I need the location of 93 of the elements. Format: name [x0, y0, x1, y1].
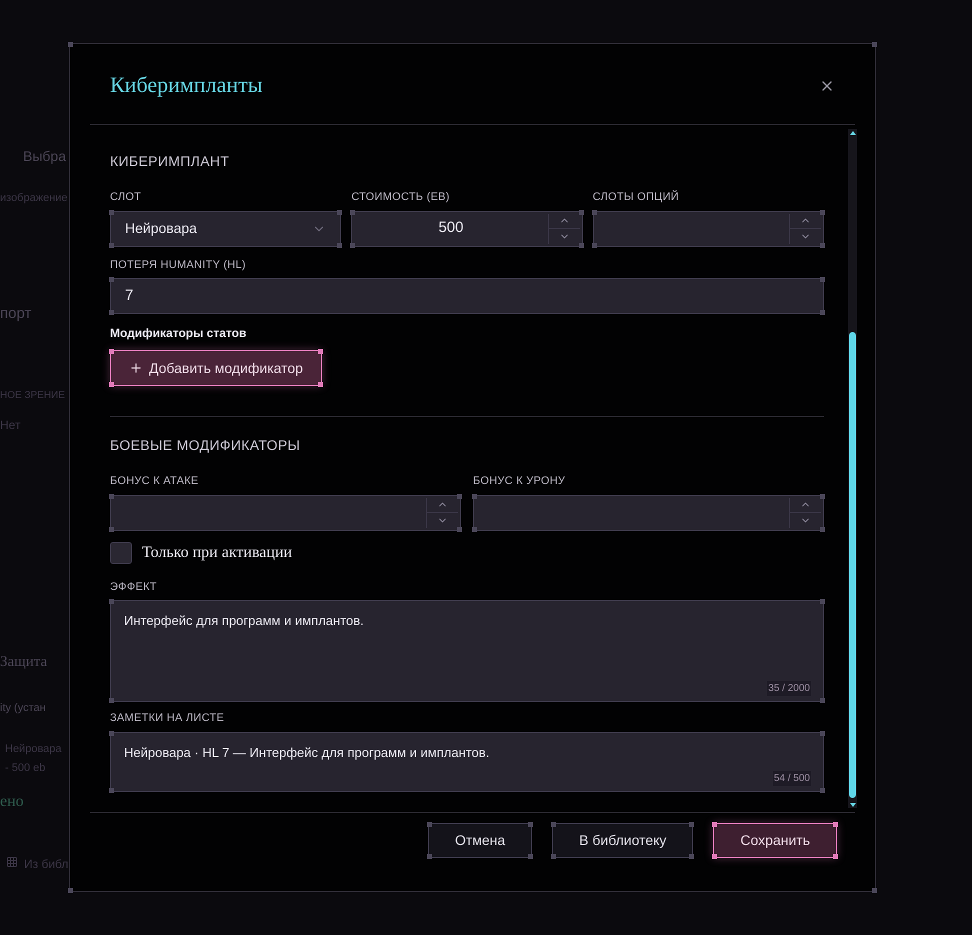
corner-ornament [350, 210, 356, 214]
corner-ornament [820, 210, 825, 214]
corner-ornament [337, 210, 342, 214]
corner-ornament [820, 242, 825, 248]
corner-ornament [109, 698, 114, 703]
character-counter: 54 / 500 [772, 770, 811, 786]
corner-ornament [426, 854, 432, 859]
corner-ornament [109, 526, 114, 532]
corner-ornament [872, 42, 877, 47]
attack-bonus-field[interactable] [110, 494, 461, 530]
corner-ornament [820, 698, 825, 703]
field-label: СЛОТЫ ОПЦИЙ [592, 189, 680, 205]
corner-ornament [820, 277, 825, 282]
scroll-down-icon [850, 803, 856, 807]
add-modifier-button[interactable]: Добавить модификатор [110, 350, 322, 386]
corner-ornament [833, 854, 838, 859]
field-label: ЗАМЕТКИ НА ЛИСТЕ [110, 711, 226, 726]
corner-ornament [457, 494, 462, 498]
text-area[interactable]: Интерфейс для программ и имплантов. 35 / 2000 [110, 600, 824, 702]
corner-ornament [820, 599, 825, 604]
corner-ornament [109, 494, 114, 498]
corner-ornament [528, 854, 534, 859]
field-label: ПОТЕРЯ HUMANITY (HL) [110, 258, 247, 272]
background-text: ено [0, 792, 24, 812]
corner-ornament [109, 310, 114, 315]
corner-ornament [872, 888, 877, 893]
option-slots-field[interactable] [592, 210, 824, 246]
corner-ornament [689, 854, 694, 859]
background-text: Выбра [23, 147, 66, 166]
corner-ornament [820, 494, 825, 498]
corner-ornament [578, 210, 584, 214]
corner-ornament [578, 242, 584, 248]
dialog-button[interactable]: Сохранить [713, 823, 837, 858]
dialog-button[interactable]: В библиотеку [552, 823, 694, 858]
corner-ornament [712, 822, 718, 827]
corner-ornament [109, 349, 114, 354]
cost-field[interactable]: 500 [351, 210, 583, 246]
slot-select[interactable]: Нейровара [110, 210, 342, 246]
grid-icon [6, 856, 18, 868]
corner-ornament [592, 210, 597, 214]
corner-ornament [689, 822, 694, 827]
corner-ornament [833, 822, 838, 827]
field-label: БОНУС К УРОНУ [473, 474, 566, 489]
checkbox[interactable] [110, 542, 132, 564]
scroll-up-icon [850, 131, 856, 135]
section-heading: КИБЕРИМПЛАНТ [110, 152, 230, 171]
scrollbar-thumb[interactable] [849, 332, 856, 798]
dialog-button[interactable]: Отмена [428, 823, 532, 858]
corner-ornament [68, 888, 73, 893]
corner-ornament [350, 242, 356, 248]
corner-ornament [592, 242, 597, 248]
corner-ornament [472, 494, 477, 498]
text-area-value: Интерфейс для программ и имплантов. [123, 612, 365, 630]
background-text: ity (устан [0, 701, 46, 716]
dialog-title: Киберимпланты [110, 70, 262, 99]
background-text: Защита [0, 653, 48, 672]
corner-ornament [528, 822, 534, 827]
humanity-loss-field[interactable]: 7 [110, 278, 824, 314]
corner-ornament [712, 854, 718, 859]
section-heading: БОЕВЫЕ МОДИФИКАТОРЫ [110, 436, 302, 455]
corner-ornament [318, 382, 323, 387]
corner-ornament [426, 822, 432, 827]
corner-ornament [472, 526, 477, 532]
corner-ornament [337, 242, 342, 248]
character-counter: 35 / 2000 [767, 681, 811, 696]
corner-ornament [109, 599, 114, 604]
corner-ornament [109, 210, 114, 214]
field-label: БОНУС К АТАКЕ [110, 474, 200, 489]
corner-ornament [820, 788, 825, 792]
plus-icon [129, 361, 143, 375]
corner-ornament [820, 526, 825, 532]
corner-ornament [318, 349, 323, 354]
field-label: СТОИМОСТЬ (EB) [351, 190, 451, 205]
corner-ornament [820, 730, 825, 736]
background-text: порт [0, 304, 32, 324]
corner-ornament [68, 42, 73, 47]
damage-bonus-field[interactable] [473, 494, 824, 530]
corner-ornament [820, 310, 825, 315]
scrollbar-track[interactable] [848, 129, 857, 808]
corner-ornament [109, 277, 114, 282]
corner-ornament [109, 788, 114, 792]
checkbox-label: Только при активации [142, 542, 292, 562]
corner-ornament [551, 854, 556, 859]
field-label: СЛОТ [110, 190, 142, 205]
corner-ornament [109, 730, 114, 736]
field-label: ЭФФЕКТ [110, 580, 158, 594]
corner-ornament [551, 822, 556, 827]
corner-ornament [109, 242, 114, 248]
corner-ornament [457, 526, 462, 532]
subsection-label: Модификаторы статов [110, 325, 248, 342]
text-area-value: Нейровара · HL 7 — Интерфейс для программ и имплантов. [123, 744, 490, 762]
text-area[interactable]: Нейровара · HL 7 — Интерфейс для программ и имплантов. 54 / 500 [110, 732, 824, 792]
corner-ornament [109, 382, 114, 387]
